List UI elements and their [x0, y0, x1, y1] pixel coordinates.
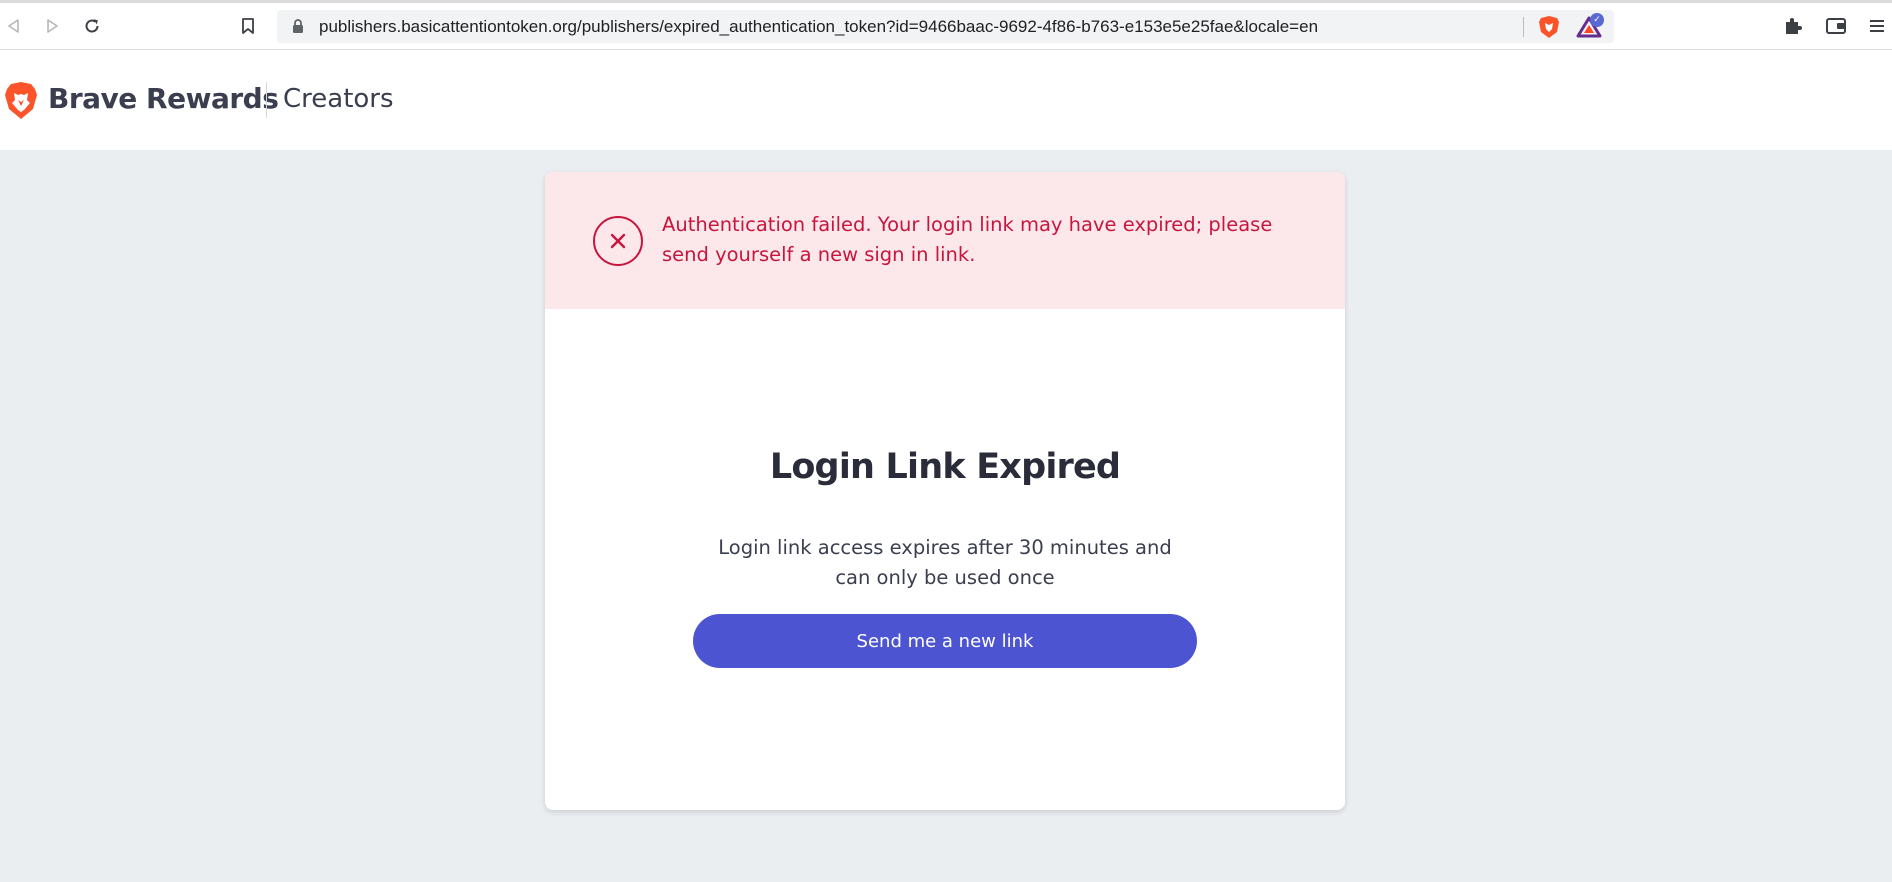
url-text: publishers.basicattentiontoken.org/publi…: [319, 17, 1319, 36]
lock-icon: [293, 19, 303, 33]
reload-icon: [85, 19, 99, 33]
brave-lion-icon: [5, 82, 37, 119]
reload-button[interactable]: [80, 14, 104, 38]
login-expired-card: Authentication failed. Your login link m…: [545, 172, 1345, 810]
error-alert: Authentication failed. Your login link m…: [545, 172, 1345, 309]
address-bar[interactable]: publishers.basicattentiontoken.org/publi…: [277, 10, 1614, 43]
page-description: Login link access expires after 30 minut…: [718, 536, 1172, 589]
back-button[interactable]: [2, 14, 26, 38]
bat-rewards-button[interactable]: ✓: [1576, 13, 1604, 40]
site-header: Brave Rewards Creators: [0, 50, 1892, 150]
close-circle-icon: [593, 216, 643, 266]
wallet-icon: [1826, 18, 1846, 34]
brand-subtitle: Creators: [283, 84, 394, 114]
bookmark-button[interactable]: [236, 14, 260, 38]
page-title: Login Link Expired: [769, 447, 1121, 487]
address-bar-divider: [1523, 17, 1524, 37]
rewards-badge: ✓: [1590, 13, 1604, 27]
arrow-right-icon: [47, 19, 58, 33]
extensions-button[interactable]: [1782, 15, 1806, 39]
bookmark-icon: [242, 18, 254, 34]
browser-toolbar: publishers.basicattentiontoken.org/publi…: [0, 0, 1892, 50]
puzzle-icon: [1786, 18, 1802, 34]
brave-shield-button[interactable]: [1536, 14, 1562, 40]
brand-divider: [266, 82, 267, 118]
menu-button[interactable]: [1866, 15, 1890, 39]
brand-name[interactable]: Brave Rewards: [48, 82, 279, 115]
brave-shield-icon: [1539, 16, 1559, 38]
wallet-button[interactable]: [1824, 15, 1848, 39]
forward-button[interactable]: [40, 14, 64, 38]
close-icon: [610, 233, 626, 249]
send-new-link-button[interactable]: Send me a new link: [693, 614, 1197, 668]
menu-icon: [1870, 20, 1884, 32]
alert-message: Authentication failed. Your login link m…: [662, 213, 1273, 266]
arrow-left-icon: [8, 19, 19, 33]
